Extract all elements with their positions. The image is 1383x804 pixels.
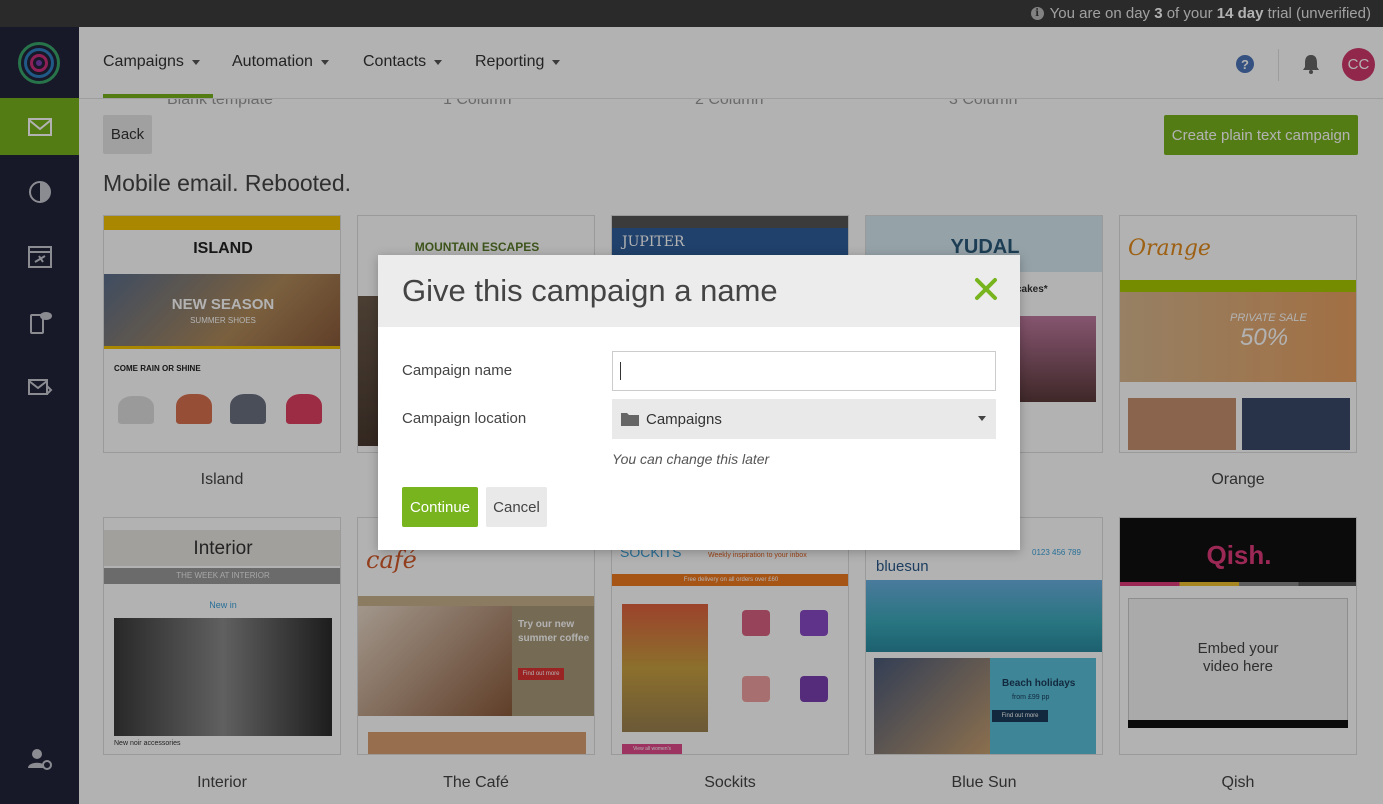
campaign-name-input[interactable]	[612, 351, 996, 391]
continue-button[interactable]: Continue	[402, 487, 478, 527]
text-cursor	[620, 362, 621, 380]
cancel-button[interactable]: Cancel	[486, 487, 547, 527]
dialog-title: Give this campaign a name	[402, 273, 778, 308]
dialog-header: Give this campaign a name	[378, 255, 1020, 327]
folder-icon	[621, 413, 639, 426]
name-campaign-dialog: Give this campaign a name Campaign name …	[378, 255, 1020, 550]
close-icon[interactable]	[974, 277, 998, 301]
campaign-location-value: Campaigns	[646, 410, 722, 428]
location-hint: You can change this later	[612, 451, 770, 467]
chevron-down-icon	[978, 416, 986, 421]
campaign-name-label: Campaign name	[402, 362, 513, 379]
campaign-location-label: Campaign location	[402, 410, 527, 427]
campaign-location-select[interactable]: Campaigns	[612, 399, 996, 439]
